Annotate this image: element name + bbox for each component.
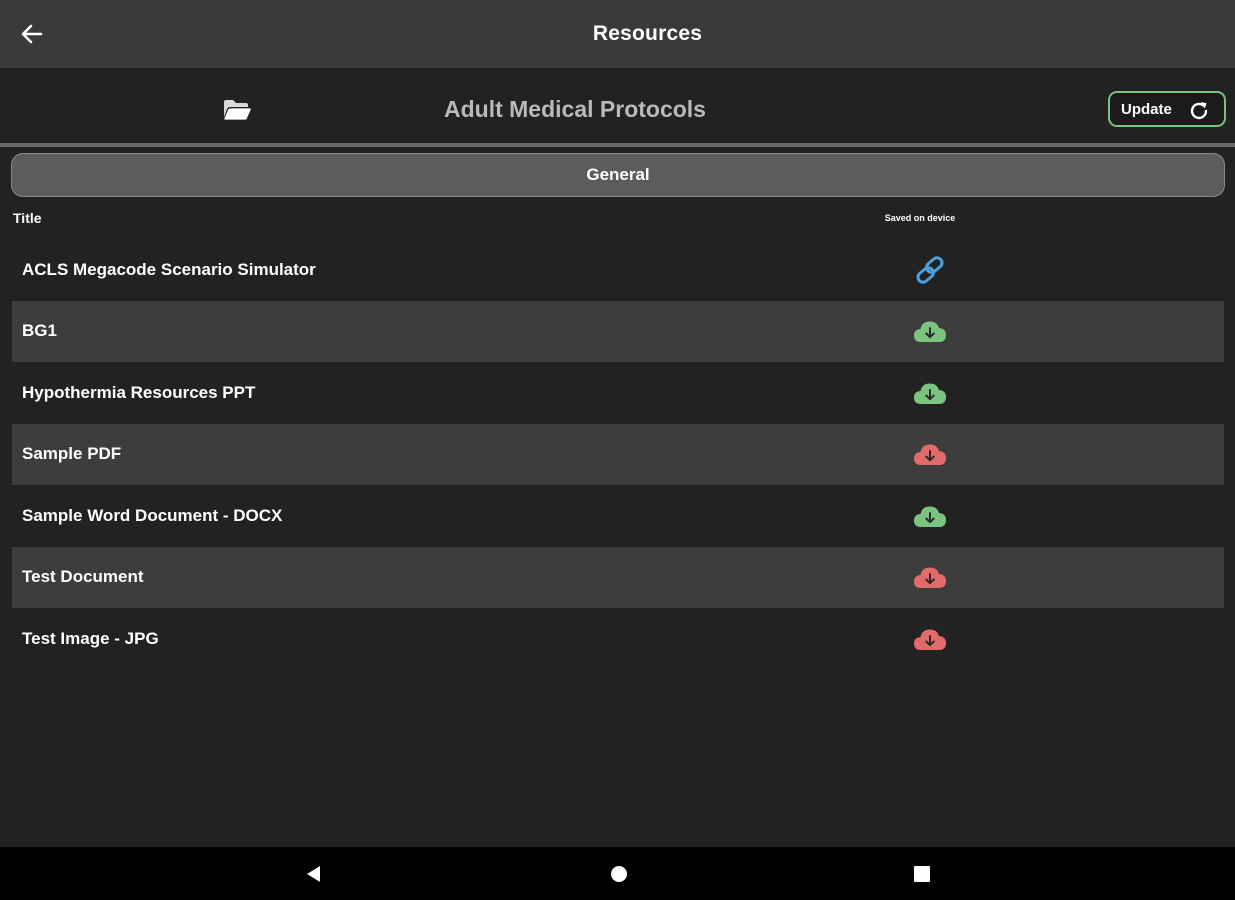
nav-home-button[interactable] xyxy=(604,859,634,889)
category-header: Adult Medical Protocols Update xyxy=(0,68,1235,142)
cloud-download-icon[interactable] xyxy=(911,379,949,407)
nav-recents-icon xyxy=(914,866,930,882)
column-header-saved: Saved on device xyxy=(884,213,956,223)
folder-open-icon xyxy=(223,100,252,121)
list-item[interactable]: Sample PDF xyxy=(12,423,1224,485)
update-button[interactable]: Update xyxy=(1108,91,1226,127)
nav-recents-button[interactable] xyxy=(907,859,937,889)
cloud-download-icon[interactable] xyxy=(911,440,949,468)
nav-back-button[interactable] xyxy=(298,859,328,889)
list-item[interactable]: Sample Word Document - DOCX xyxy=(12,485,1224,547)
cloud-download-icon[interactable] xyxy=(911,317,949,345)
resource-title: ACLS Megacode Scenario Simulator xyxy=(22,259,316,279)
list-item[interactable]: BG1 xyxy=(12,300,1224,362)
nav-back-icon xyxy=(307,866,320,882)
system-nav-bar xyxy=(0,847,1235,900)
resource-title: Test Image - JPG xyxy=(22,628,159,648)
cloud-download-icon[interactable] xyxy=(911,563,949,591)
nav-home-icon xyxy=(611,866,627,882)
resource-title: Sample PDF xyxy=(22,444,122,464)
resource-title: Test Document xyxy=(22,567,144,587)
link-icon[interactable] xyxy=(911,256,949,284)
header-divider xyxy=(0,143,1235,147)
list-item[interactable]: Test Document xyxy=(12,546,1224,608)
update-button-label: Update xyxy=(1121,100,1172,118)
resource-title: Hypothermia Resources PPT xyxy=(22,382,256,402)
cloud-download-icon[interactable] xyxy=(911,502,949,530)
column-header-title: Title xyxy=(13,210,42,226)
top-app-bar: Resources xyxy=(0,0,1235,68)
resource-list: ACLS Megacode Scenario Simulator BG1 Hypot… xyxy=(12,239,1224,670)
app-screen: Resources Adult Medical Protocols Update… xyxy=(0,0,1235,900)
cloud-download-icon[interactable] xyxy=(911,625,949,653)
page-title: Resources xyxy=(592,22,703,45)
list-item[interactable]: ACLS Megacode Scenario Simulator xyxy=(12,239,1224,301)
refresh-icon xyxy=(1190,102,1208,120)
list-item[interactable]: Hypothermia Resources PPT xyxy=(12,362,1224,424)
tab-general[interactable]: General xyxy=(11,153,1225,197)
resource-title: Sample Word Document - DOCX xyxy=(22,505,283,525)
list-item[interactable]: Test Image - JPG xyxy=(12,608,1224,670)
resource-title: BG1 xyxy=(22,321,57,341)
category-title: Adult Medical Protocols xyxy=(444,96,706,122)
